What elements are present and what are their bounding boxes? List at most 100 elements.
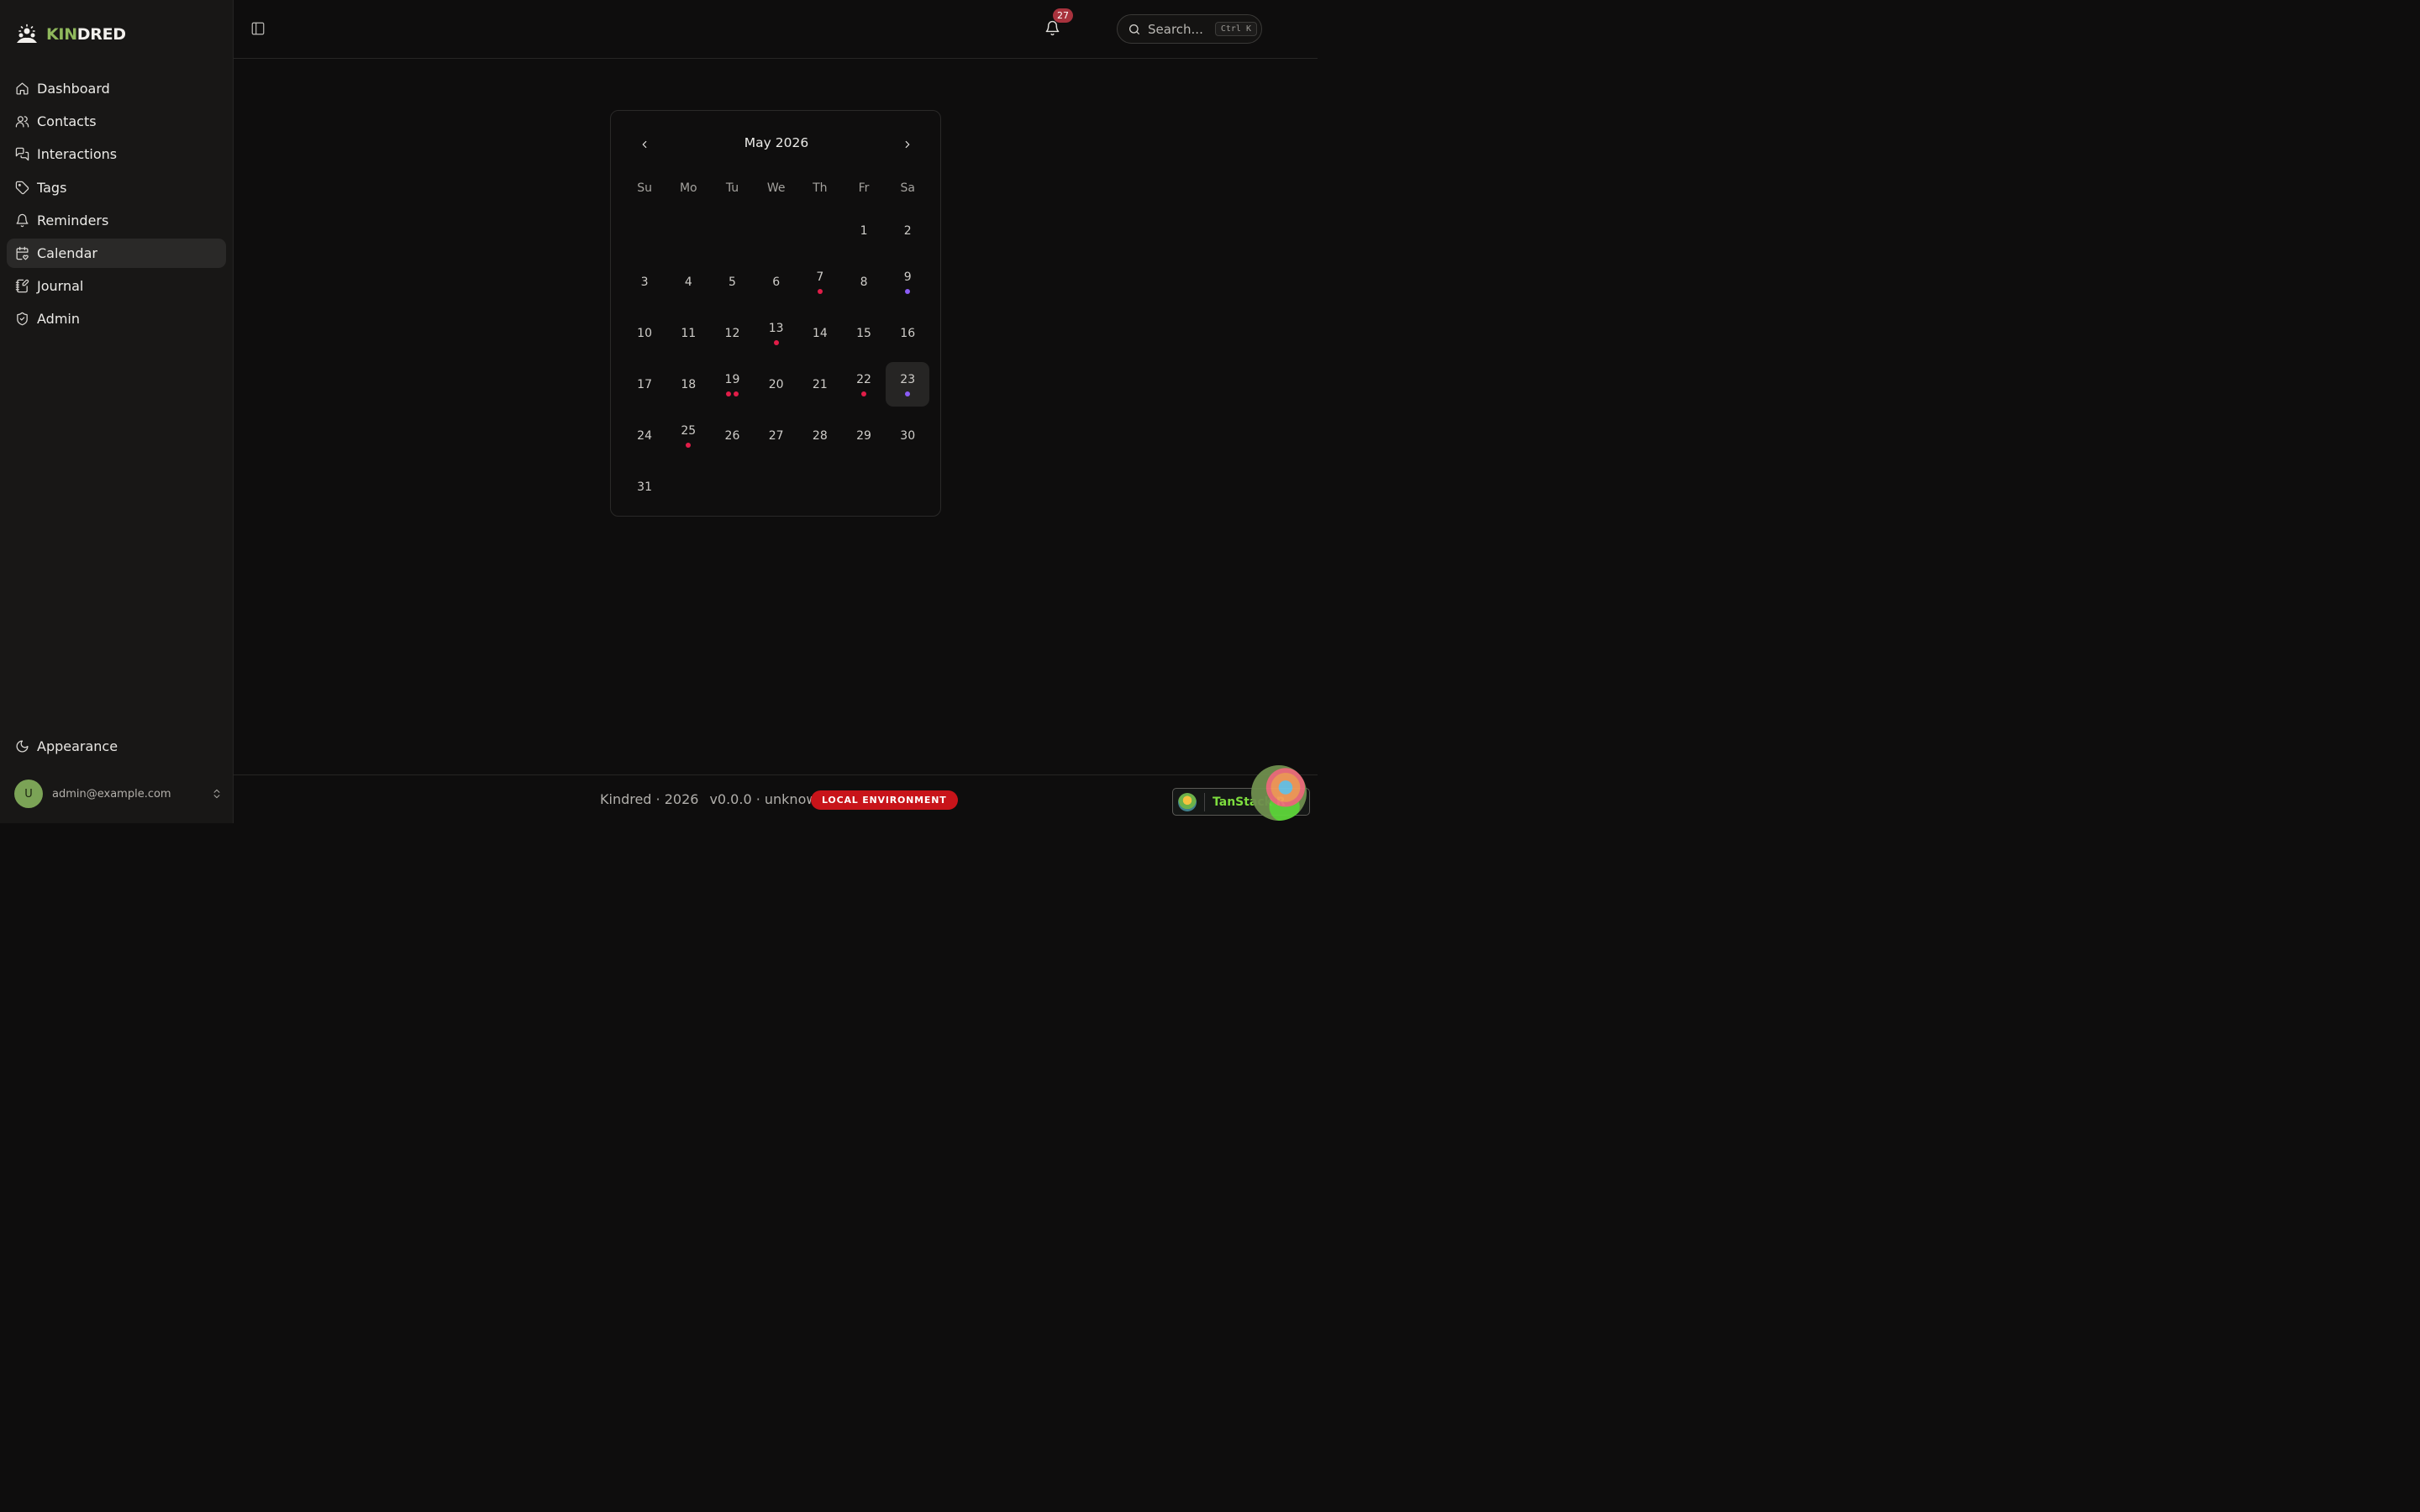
calendar-day-22[interactable]: 22 bbox=[842, 362, 886, 407]
day-number: 5 bbox=[729, 275, 736, 289]
sidebar-item-label: Calendar bbox=[37, 244, 97, 261]
calendar-day-28[interactable]: 28 bbox=[798, 413, 842, 458]
search-placeholder: Search... bbox=[1148, 21, 1203, 37]
calendar-day-18[interactable]: 18 bbox=[666, 362, 710, 407]
event-dot bbox=[905, 288, 911, 294]
day-number: 8 bbox=[860, 275, 868, 289]
event-indicators bbox=[861, 391, 867, 396]
calendar-day-29[interactable]: 29 bbox=[842, 413, 886, 458]
weekday-label: We bbox=[766, 181, 786, 195]
weekday-label: Su bbox=[637, 181, 652, 195]
event-indicators bbox=[905, 288, 911, 294]
day-number: 9 bbox=[903, 270, 912, 284]
day-number: 15 bbox=[856, 326, 871, 340]
calendar-day-16[interactable]: 16 bbox=[886, 311, 929, 355]
appearance-toggle[interactable]: Appearance bbox=[7, 732, 226, 761]
sidebar-item-interactions[interactable]: Interactions bbox=[7, 139, 226, 169]
empty-day-cell bbox=[666, 205, 710, 256]
query-devtools-toggle[interactable] bbox=[1251, 765, 1307, 821]
appearance-label: Appearance bbox=[37, 738, 118, 754]
day-number: 7 bbox=[816, 270, 824, 284]
calendar-day-24[interactable]: 24 bbox=[623, 413, 666, 458]
sidebar: KINDRED Dashboard Contacts Interactions … bbox=[0, 0, 234, 823]
event-indicators bbox=[686, 442, 692, 448]
sidebar-toggle-button[interactable] bbox=[250, 21, 266, 36]
day-number: 13 bbox=[768, 321, 784, 335]
divider bbox=[1204, 792, 1205, 811]
user-menu[interactable]: U admin@example.com bbox=[14, 779, 223, 809]
day-number: 29 bbox=[856, 428, 871, 443]
messages-icon bbox=[15, 148, 29, 161]
day-number: 23 bbox=[900, 372, 916, 386]
sidebar-item-label: Tags bbox=[37, 179, 67, 196]
calendar-day-10[interactable]: 10 bbox=[623, 311, 666, 355]
calendar-day-23[interactable]: 23 bbox=[886, 362, 930, 407]
sidebar-item-dashboard[interactable]: Dashboard bbox=[7, 74, 226, 103]
calendar-day-1[interactable]: 1 bbox=[842, 208, 886, 253]
calendar-day-15[interactable]: 15 bbox=[842, 311, 886, 355]
calendar-day-19[interactable]: 19 bbox=[710, 362, 754, 407]
notifications-button[interactable] bbox=[1044, 20, 1061, 37]
event-indicators bbox=[905, 391, 911, 396]
top-header: Search... Ctrl K bbox=[234, 0, 1318, 59]
sidebar-item-admin[interactable]: Admin bbox=[7, 304, 226, 333]
sidebar-item-reminders[interactable]: Reminders bbox=[7, 206, 226, 235]
calendar-day-12[interactable]: 12 bbox=[710, 311, 754, 355]
calendar-day-30[interactable]: 30 bbox=[886, 413, 929, 458]
sidebar-item-tags[interactable]: Tags bbox=[7, 173, 226, 202]
brand-name-dred: DRED bbox=[76, 25, 126, 44]
calendar-day-25[interactable]: 25 bbox=[666, 413, 710, 458]
next-month-button[interactable] bbox=[899, 136, 916, 153]
calendar-day-21[interactable]: 21 bbox=[798, 362, 842, 407]
calendar-day-3[interactable]: 3 bbox=[623, 260, 666, 304]
empty-day-cell bbox=[798, 205, 842, 256]
calendar-day-4[interactable]: 4 bbox=[666, 260, 710, 304]
search-button[interactable]: Search... Ctrl K bbox=[1117, 14, 1262, 44]
day-number: 27 bbox=[768, 428, 784, 443]
weekday-label: Th bbox=[813, 181, 828, 195]
calendar-day-6[interactable]: 6 bbox=[755, 260, 798, 304]
day-number: 28 bbox=[812, 428, 828, 443]
calendar-day-14[interactable]: 14 bbox=[798, 311, 842, 355]
event-dot bbox=[861, 391, 867, 396]
sidebar-item-contacts[interactable]: Contacts bbox=[7, 107, 226, 136]
calendar-day-grid: 1 2 3 4 5 6 7 8 9 10 11 12 13 14 15 16 17 18 19 20 21 22 23 24 2… bbox=[623, 205, 930, 512]
calendar-day-8[interactable]: 8 bbox=[842, 260, 886, 304]
sidebar-item-label: Journal bbox=[37, 278, 84, 295]
calendar-day-17[interactable]: 17 bbox=[623, 362, 666, 407]
empty-day-cell bbox=[755, 205, 798, 256]
footer: Kindred · 2026 v0.0.0 · unknown LOCAL EN… bbox=[234, 774, 1318, 823]
calendar-day-2[interactable]: 2 bbox=[886, 208, 929, 253]
day-number: 3 bbox=[640, 275, 649, 289]
day-number: 20 bbox=[768, 377, 784, 391]
event-dot bbox=[725, 391, 731, 396]
event-dot bbox=[773, 339, 779, 345]
day-number: 24 bbox=[637, 428, 652, 443]
tag-icon bbox=[15, 181, 29, 194]
weekday-label: Mo bbox=[679, 181, 697, 195]
bell-icon bbox=[16, 213, 29, 227]
environment-badge: LOCAL ENVIRONMENT bbox=[811, 790, 958, 810]
brand[interactable]: KINDRED bbox=[16, 24, 126, 45]
calendar-day-26[interactable]: 26 bbox=[710, 413, 754, 458]
day-number: 16 bbox=[900, 326, 916, 340]
weekday-header: Su Mo Tu We Th Fr Sa bbox=[623, 181, 929, 195]
calendar-day-7[interactable]: 7 bbox=[798, 260, 842, 304]
sidebar-item-journal[interactable]: Journal bbox=[7, 271, 226, 301]
calendar-month-title: May 2026 bbox=[744, 135, 809, 150]
users-icon bbox=[15, 116, 29, 128]
footer-version: v0.0.0 · unknown bbox=[709, 791, 826, 807]
event-dot bbox=[686, 442, 692, 448]
day-number: 30 bbox=[900, 428, 916, 443]
notebook-pen-icon bbox=[15, 279, 29, 293]
avatar: U bbox=[14, 780, 43, 808]
calendar-day-20[interactable]: 20 bbox=[755, 362, 798, 407]
calendar-day-9[interactable]: 9 bbox=[886, 260, 929, 304]
sidebar-item-label: Admin bbox=[37, 311, 80, 328]
calendar-day-5[interactable]: 5 bbox=[710, 260, 754, 304]
calendar-day-27[interactable]: 27 bbox=[755, 413, 798, 458]
sidebar-item-calendar[interactable]: Calendar bbox=[7, 238, 226, 268]
calendar-day-11[interactable]: 11 bbox=[666, 311, 710, 355]
calendar-day-31[interactable]: 31 bbox=[623, 465, 666, 509]
calendar-day-13[interactable]: 13 bbox=[755, 311, 798, 355]
